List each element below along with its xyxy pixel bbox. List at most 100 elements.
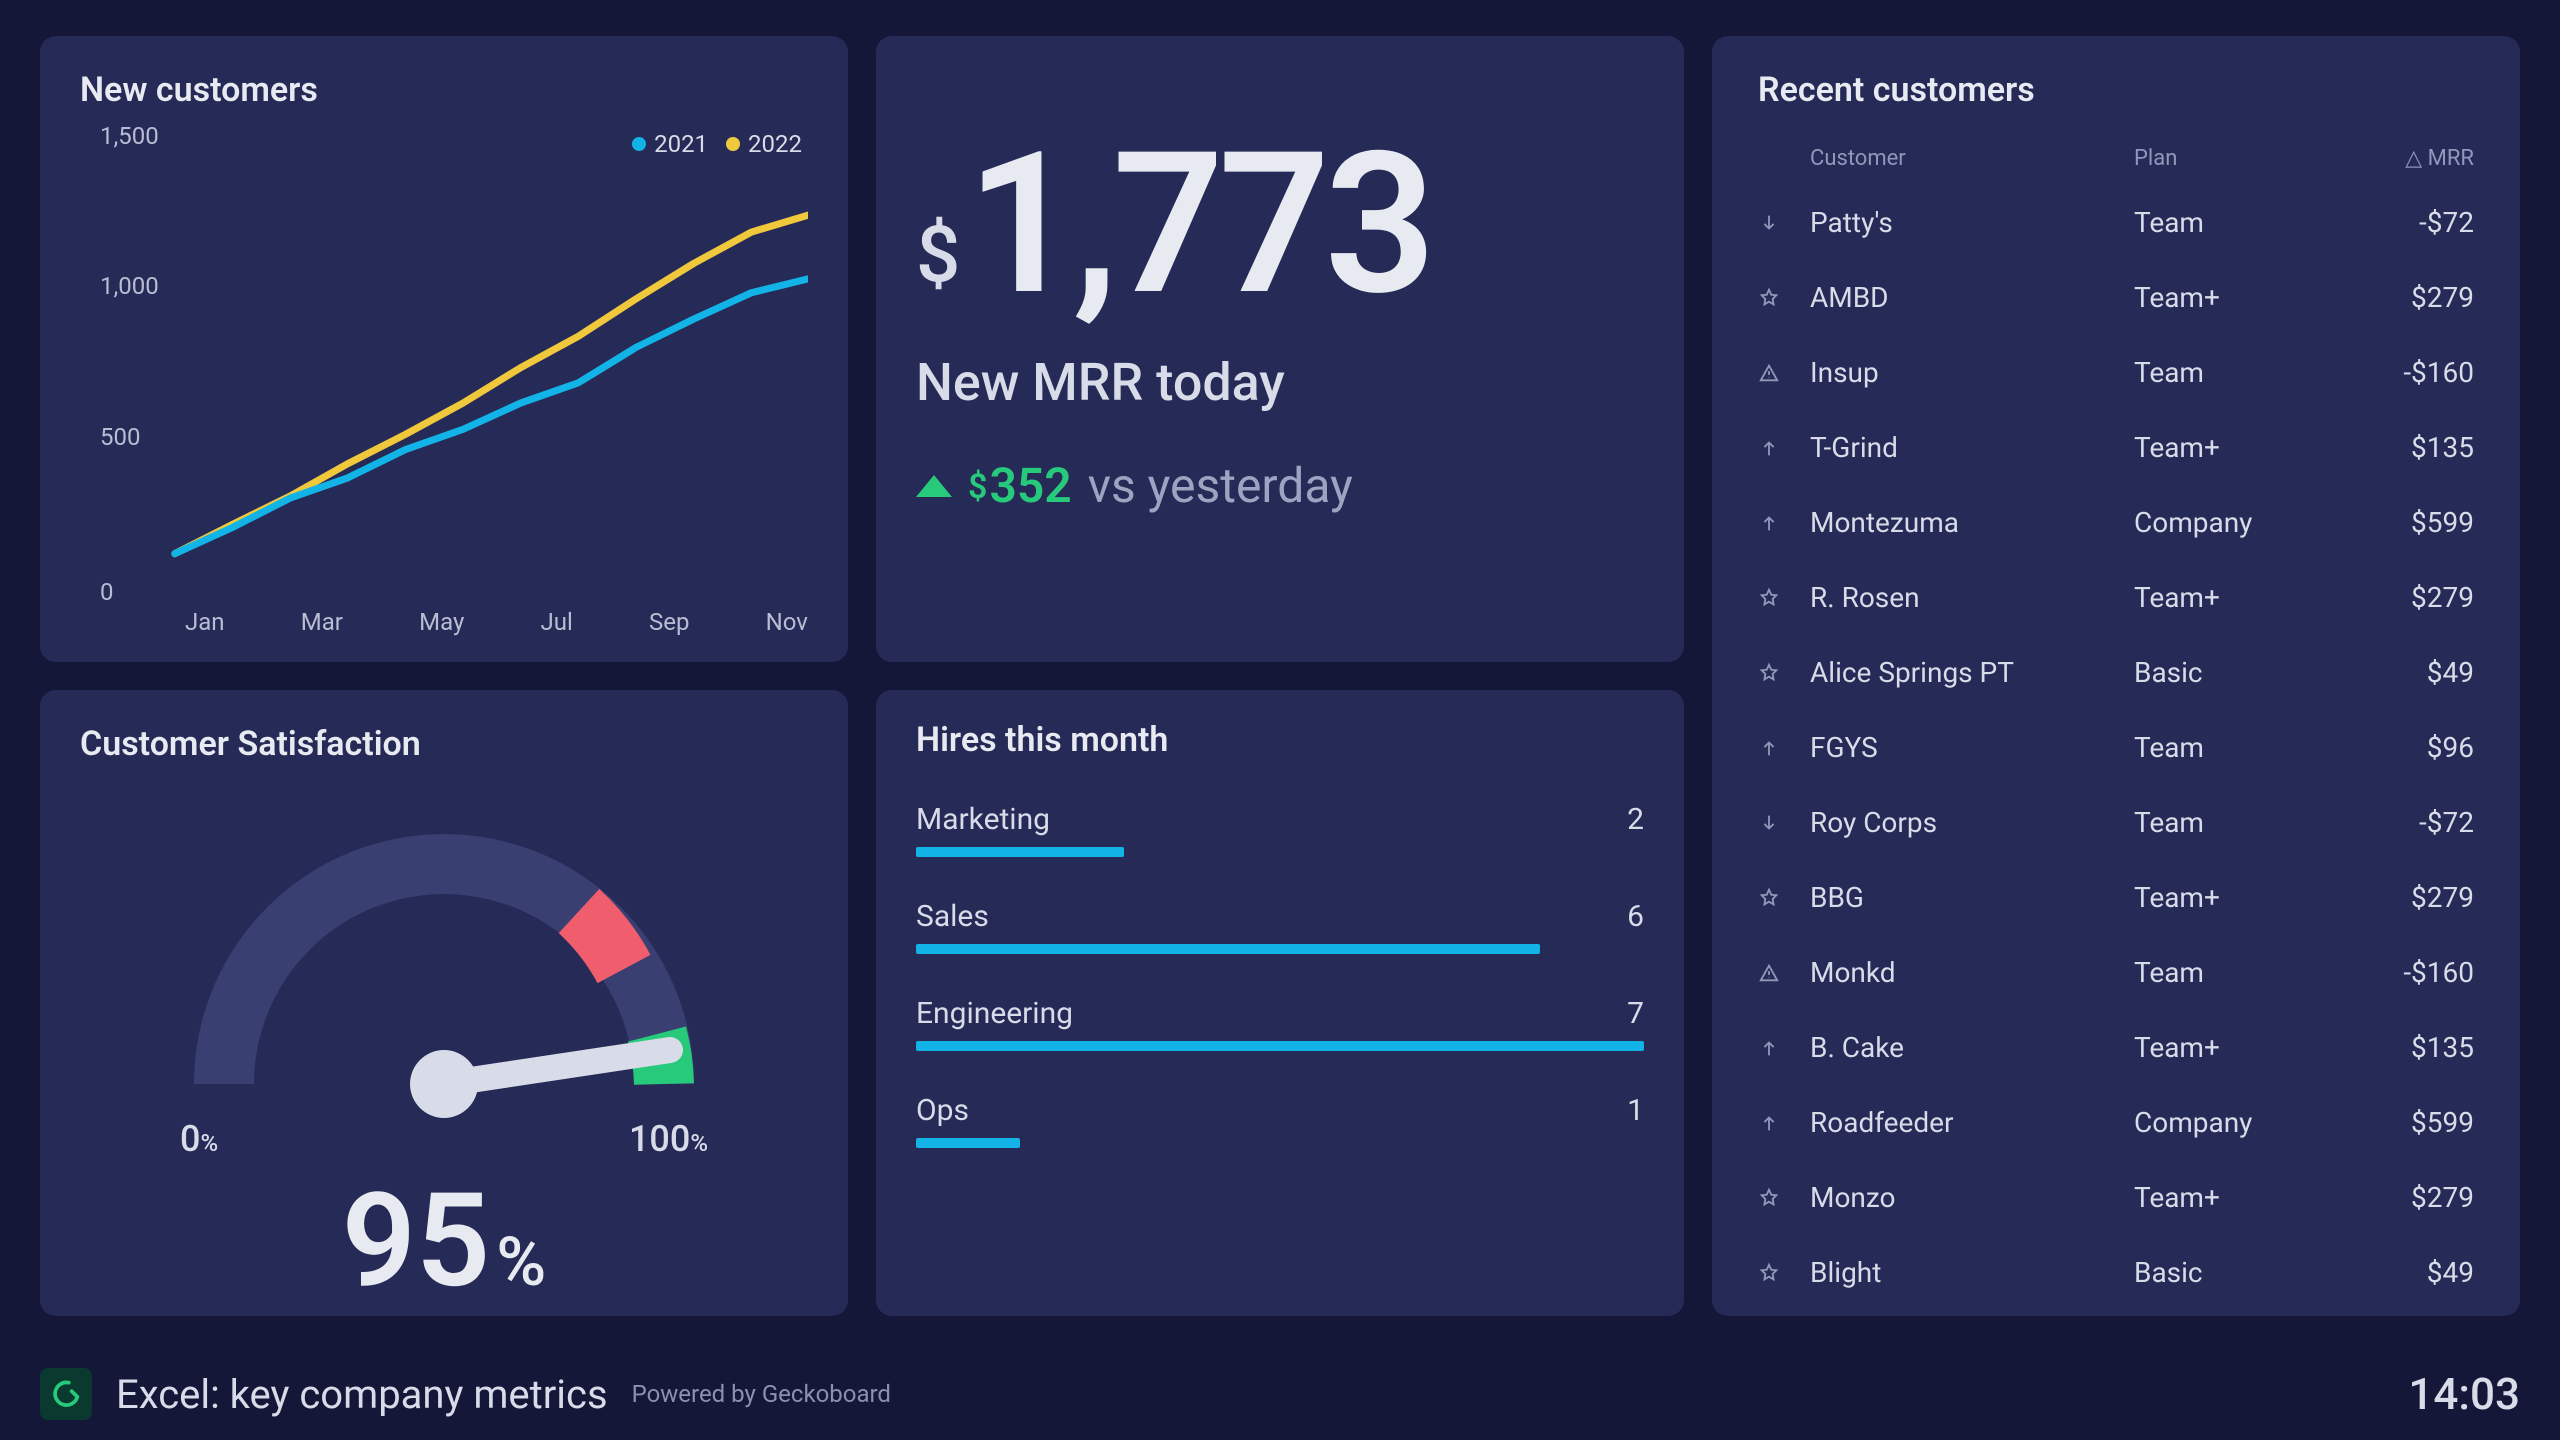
mrr-value: 1,773 (966, 126, 1430, 322)
hire-bar-track (916, 944, 1644, 954)
col-mrr: △ MRR (2324, 146, 2474, 171)
table-row: YYTTeam$96 (1758, 1310, 2474, 1316)
table-row: AMBDTeam+$279 (1758, 260, 2474, 335)
customer-name: FGYS (1810, 731, 2134, 764)
trend-up-icon (916, 475, 952, 497)
customer-plan: Company (2134, 506, 2324, 539)
hires-list: Marketing2Sales6Engineering7Ops1 (916, 802, 1644, 1148)
customer-plan: Team+ (2134, 581, 2324, 614)
customer-plan: Company (2134, 1106, 2324, 1139)
customer-name: Alice Springs PT (1810, 656, 2134, 689)
customers-table-head: Customer Plan △ MRR (1758, 128, 2474, 185)
gauge-value: 95% (342, 1164, 547, 1316)
series-2022-line (175, 215, 808, 554)
card-recent-customers: Recent customers Customer Plan △ MRR Pat… (1712, 36, 2520, 1316)
card-new-mrr: $ 1,773 New MRR today $352 vs yesterday (876, 36, 1684, 662)
customer-name: Roy Corps (1810, 806, 2134, 839)
hire-row: Ops1 (916, 1093, 1644, 1148)
hire-label: Engineering (916, 996, 1073, 1031)
customer-plan: Team+ (2134, 431, 2324, 464)
star-icon (1758, 1262, 1810, 1284)
star-icon (1758, 587, 1810, 609)
customer-name: AMBD (1810, 281, 2134, 314)
hire-label: Ops (916, 1093, 969, 1128)
hire-bar-track (916, 1138, 1644, 1148)
hires-title: Hires this month (916, 720, 1644, 760)
hire-bar-track (916, 847, 1644, 857)
table-row: B. CakeTeam+$135 (1758, 1010, 2474, 1085)
customer-plan: Team (2134, 356, 2324, 389)
customer-mrr-delta: $279 (2324, 881, 2474, 914)
customer-plan: Team (2134, 956, 2324, 989)
gauge-min: 0% (180, 1118, 218, 1160)
warn-icon (1758, 962, 1810, 984)
table-row: BBGTeam+$279 (1758, 860, 2474, 935)
x-axis-labels: Jan Mar May Jul Sep Nov (185, 608, 808, 636)
star-icon (1758, 287, 1810, 309)
customer-plan: Team+ (2134, 1031, 2324, 1064)
down-icon (1758, 812, 1810, 834)
geckoboard-logo-icon (40, 1368, 92, 1420)
hire-bar (916, 1138, 1020, 1148)
hire-bar-track (916, 1041, 1644, 1051)
customers-title: Recent customers (1758, 70, 2474, 110)
customer-plan: Basic (2134, 1256, 2324, 1289)
table-row: Patty'sTeam-$72 (1758, 185, 2474, 260)
customer-name: BBG (1810, 881, 2134, 914)
up-icon (1758, 437, 1810, 459)
star-icon (1758, 662, 1810, 684)
gauge-svg (134, 784, 754, 1124)
table-row: RoadfeederCompany$599 (1758, 1085, 2474, 1160)
customer-mrr-delta: $279 (2324, 281, 2474, 314)
table-row: R. RosenTeam+$279 (1758, 560, 2474, 635)
customer-name: R. Rosen (1810, 581, 2134, 614)
powered-by: Powered by Geckoboard (632, 1380, 891, 1408)
gauge-max: 100% (629, 1118, 708, 1160)
customer-mrr-delta: $135 (2324, 1031, 2474, 1064)
customer-name: Monkd (1810, 956, 2134, 989)
footer: Excel: key company metrics Powered by Ge… (40, 1368, 2520, 1420)
hire-bar (916, 944, 1540, 954)
customer-mrr-delta: -$72 (2324, 806, 2474, 839)
col-plan: Plan (2134, 146, 2324, 171)
warn-icon (1758, 362, 1810, 384)
star-icon (1758, 1187, 1810, 1209)
gauge: 0% 100% 95% (80, 784, 808, 1316)
customer-plan: Team+ (2134, 281, 2324, 314)
table-row: Alice Springs PTBasic$49 (1758, 635, 2474, 710)
hire-value: 2 (1627, 802, 1644, 837)
table-row: T-GrindTeam+$135 (1758, 410, 2474, 485)
card-customer-satisfaction: Customer Satisfaction 0% 100% 95% (40, 690, 848, 1316)
card-new-customers: New customers 2021 2022 1,500 1,000 500 … (40, 36, 848, 662)
col-customer: Customer (1810, 146, 2134, 171)
table-row: BlightBasic$49 (1758, 1235, 2474, 1310)
up-icon (1758, 1037, 1810, 1059)
dashboard: New customers 2021 2022 1,500 1,000 500 … (0, 0, 2560, 1330)
table-row: MonkdTeam-$160 (1758, 935, 2474, 1010)
mrr-delta-amount: $352 (968, 457, 1072, 514)
hire-label: Sales (916, 899, 989, 934)
dashboard-title: Excel: key company metrics (116, 1371, 608, 1418)
customer-mrr-delta: $279 (2324, 1181, 2474, 1214)
hire-label: Marketing (916, 802, 1050, 837)
hire-bar (916, 1041, 1644, 1051)
mrr-amount: $ 1,773 (916, 126, 1644, 322)
customer-mrr-delta: $49 (2324, 656, 2474, 689)
hire-bar (916, 847, 1124, 857)
down-icon (1758, 212, 1810, 234)
customer-plan: Team+ (2134, 881, 2324, 914)
customer-mrr-delta: $599 (2324, 1106, 2474, 1139)
customer-name: Patty's (1810, 206, 2134, 239)
customer-mrr-delta: -$160 (2324, 956, 2474, 989)
customer-mrr-delta: $279 (2324, 581, 2474, 614)
up-icon (1758, 737, 1810, 759)
line-chart (100, 136, 808, 571)
customer-mrr-delta: $49 (2324, 1256, 2474, 1289)
mrr-delta: $352 vs yesterday (916, 457, 1644, 514)
customer-mrr-delta: -$72 (2324, 206, 2474, 239)
up-icon (1758, 1112, 1810, 1134)
customer-name: Roadfeeder (1810, 1106, 2134, 1139)
hire-value: 6 (1627, 899, 1644, 934)
gauge-range: 0% 100% (80, 1118, 808, 1160)
customer-mrr-delta: -$160 (2324, 356, 2474, 389)
